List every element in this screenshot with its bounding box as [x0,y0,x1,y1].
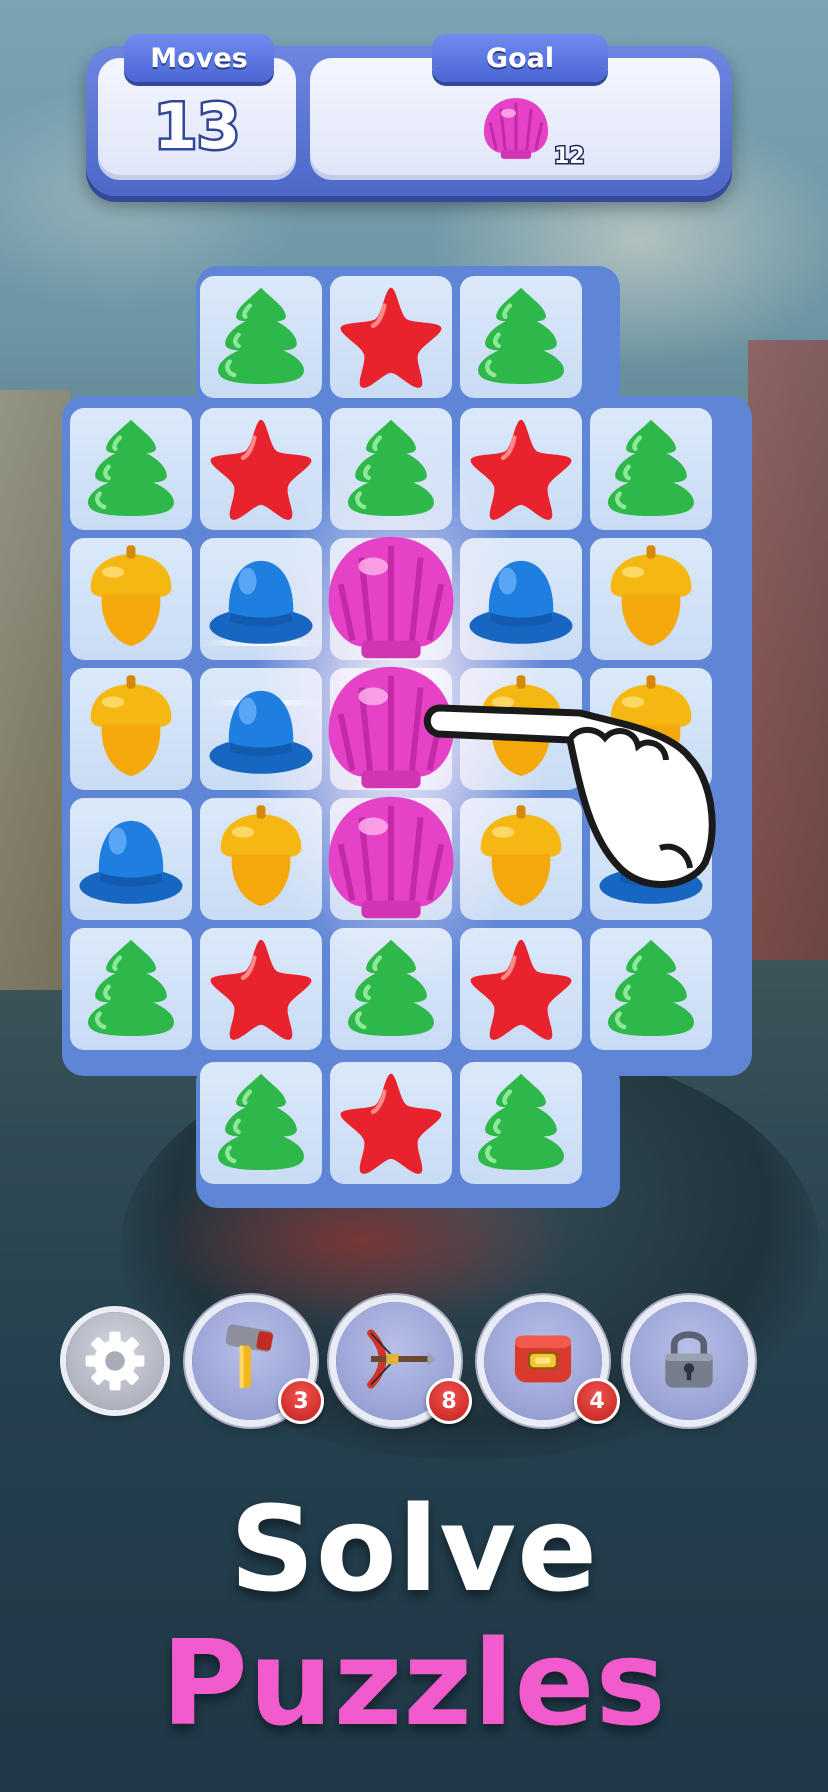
hammer-icon [225,1324,274,1389]
background-building-right [748,340,828,960]
hammer-count-badge: 3 [278,1378,324,1424]
settings-button[interactable] [66,1312,164,1410]
tree-piece[interactable] [465,281,577,393]
gear-icon [85,1331,145,1391]
star-piece[interactable] [465,933,577,1045]
star-piece[interactable] [335,1067,447,1179]
tree-piece[interactable] [205,281,317,393]
star-piece[interactable] [205,413,317,525]
goal-label: Goal [432,34,608,82]
tree-piece[interactable] [595,413,707,525]
hat-piece[interactable] [205,673,317,785]
tree-piece[interactable] [75,413,187,525]
hat-piece[interactable] [75,803,187,915]
acorn-piece[interactable] [595,543,707,655]
crossbow-count-badge: 8 [426,1378,472,1424]
red-box-icon [514,1335,572,1383]
slogan-line1: Solve [229,1480,599,1618]
tree-piece[interactable] [465,1067,577,1179]
acorn-piece[interactable] [205,803,317,915]
background-building-left [0,390,70,990]
moves-counter: 13 [151,88,242,166]
star-piece[interactable] [205,933,317,1045]
tree-piece[interactable] [335,413,447,525]
acorn-piece[interactable] [75,673,187,785]
tutorial-hand-pointer [420,668,720,908]
shuffle-count-badge: 4 [574,1378,620,1424]
hat-piece[interactable] [465,543,577,655]
hat-piece[interactable] [205,543,317,655]
slogan-line2: Puzzles [161,1614,667,1752]
acorn-piece[interactable] [75,543,187,655]
goal-count: 12 [553,143,587,171]
tree-piece[interactable] [205,1067,317,1179]
tree-piece[interactable] [335,933,447,1045]
pink-shell-icon [478,92,554,162]
star-piece[interactable] [335,281,447,393]
tree-piece[interactable] [75,933,187,1045]
shell-piece[interactable] [317,525,465,673]
star-piece[interactable] [465,413,577,525]
moves-label: Moves [124,34,274,82]
crossbow-icon [367,1329,437,1389]
padlock-icon [665,1331,713,1388]
tree-piece[interactable] [595,933,707,1045]
locked-booster[interactable] [630,1302,748,1420]
